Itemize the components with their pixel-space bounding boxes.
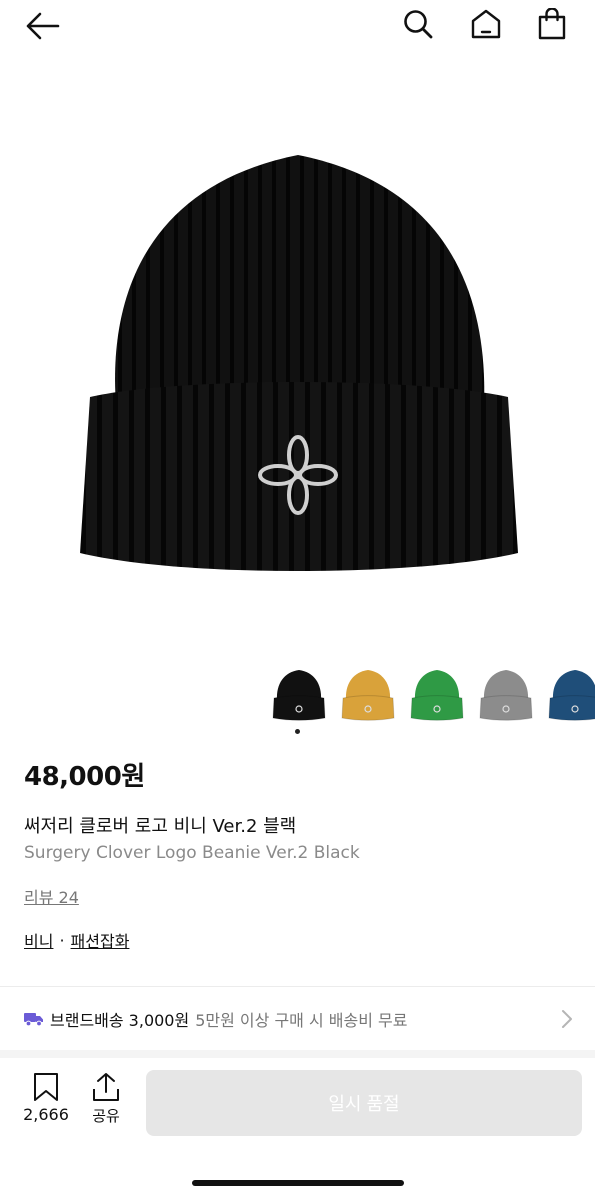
shipping-info-row[interactable]: 브랜드배송 3,000원 5만원 이상 구매 시 배송비 무료 <box>24 1004 574 1034</box>
bottom-action-bar: 2,666 공유 일시 품절 <box>0 1058 595 1200</box>
sold-out-button[interactable]: 일시 품절 <box>146 1070 582 1136</box>
shopping-bag-button[interactable] <box>532 4 572 44</box>
color-thumbnail-mustard[interactable] <box>337 660 399 722</box>
section-band <box>0 1050 595 1058</box>
category-separator: · <box>59 930 65 950</box>
home-icon <box>471 9 501 39</box>
share-icon <box>93 1073 119 1101</box>
top-navigation-bar <box>0 0 595 50</box>
wishlist-count: 2,666 <box>23 1105 69 1124</box>
back-button[interactable] <box>20 6 64 46</box>
section-divider <box>0 986 595 987</box>
wishlist-button[interactable]: 2,666 <box>18 1072 74 1132</box>
color-thumbnail-strip <box>0 660 595 726</box>
search-icon <box>404 10 433 39</box>
color-thumbnail-black[interactable] <box>268 660 330 722</box>
product-title-korean: 써저리 클로버 로고 비니 Ver.2 블랙 <box>24 816 297 837</box>
product-title-english: Surgery Clover Logo Beanie Ver.2 Black <box>24 843 360 863</box>
beanie-thumbnail-image <box>341 670 395 721</box>
category-link-accessories[interactable]: 패션잡화 <box>71 928 130 952</box>
beanie-thumbnail-image <box>548 670 595 721</box>
bookmark-icon <box>34 1073 58 1101</box>
free-shipping-condition: 5만원 이상 구매 시 배송비 무료 <box>195 1011 408 1030</box>
color-thumbnail-green[interactable] <box>406 660 468 722</box>
beanie-thumbnail-image <box>272 670 326 721</box>
product-main-image[interactable] <box>0 60 595 650</box>
truck-icon <box>24 1013 43 1027</box>
color-thumbnail-navy[interactable] <box>544 660 595 722</box>
arrow-left-icon <box>26 12 60 40</box>
shipping-fee-text: 브랜드배송 3,000원 <box>50 1011 190 1030</box>
home-button[interactable] <box>466 4 506 44</box>
beanie-thumbnail-image <box>479 670 533 721</box>
search-button[interactable] <box>398 4 438 44</box>
category-breadcrumb: 비니 · 패션잡화 <box>24 928 129 952</box>
share-button[interactable]: 공유 <box>84 1072 128 1132</box>
product-price: 48,000원 <box>24 762 145 792</box>
gallery-dots <box>0 728 595 736</box>
home-indicator <box>192 1180 404 1186</box>
review-link[interactable]: 리뷰 24 <box>24 884 79 908</box>
chevron-right-icon <box>562 1010 572 1028</box>
color-thumbnail-gray[interactable] <box>475 660 537 722</box>
beanie-image <box>79 155 518 571</box>
gallery-dot-active <box>295 729 300 734</box>
category-link-beanie[interactable]: 비니 <box>24 928 53 952</box>
beanie-thumbnail-image <box>410 670 464 721</box>
shopping-bag-icon <box>538 8 566 40</box>
share-label: 공유 <box>92 1107 120 1125</box>
